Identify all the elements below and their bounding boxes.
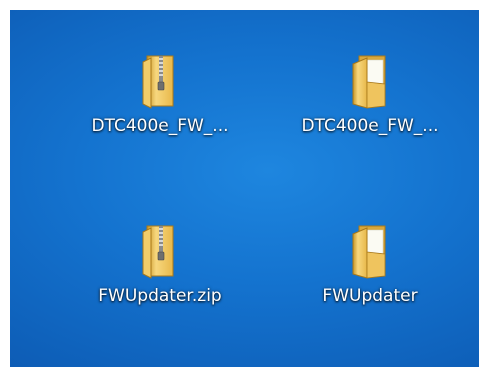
icon-label: DTC400e_FW_... xyxy=(91,116,229,136)
desktop-icon-fwupdater-zip[interactable]: FWUpdater.zip xyxy=(60,222,260,322)
folder-icon xyxy=(352,55,386,109)
folder-icon xyxy=(352,225,386,279)
icon-label: FWUpdater xyxy=(322,286,418,306)
desktop-icon-dtc400e-fw-folder[interactable]: DTC400e_FW_... xyxy=(270,52,470,152)
desktop-icon-dtc400e-fw-zip[interactable]: DTC400e_FW_... xyxy=(60,52,260,152)
desktop-icon-fwupdater-folder[interactable]: FWUpdater xyxy=(270,222,470,322)
icon-label: DTC400e_FW_... xyxy=(301,116,439,136)
desktop[interactable]: DTC400e_FW_... DTC400e_FW_... FWUpdater.… xyxy=(10,10,479,367)
icon-label: FWUpdater.zip xyxy=(98,286,222,306)
zip-folder-icon xyxy=(142,225,174,279)
zip-folder-icon xyxy=(142,55,174,109)
